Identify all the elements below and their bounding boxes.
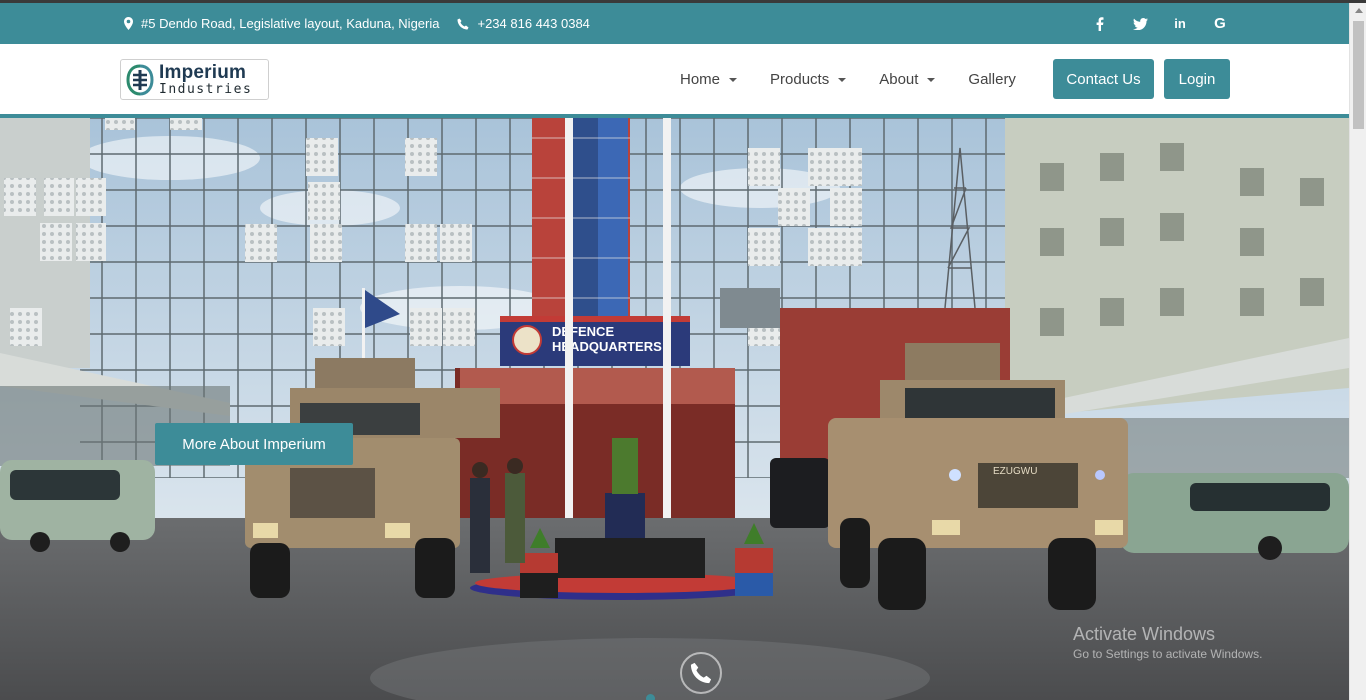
nav-products-label: Products: [770, 70, 830, 88]
google-icon[interactable]: G: [1200, 15, 1240, 32]
contact-info: #5 Dendo Road, Legislative layout, Kadun…: [124, 3, 608, 44]
brand-name-line1: Imperium: [159, 62, 247, 83]
top-info-bar: #5 Dendo Road, Legislative layout, Kadun…: [0, 3, 1349, 44]
nav-about[interactable]: About: [879, 70, 936, 88]
activate-windows-watermark: Activate Windows Go to Settings to activ…: [1073, 624, 1262, 661]
main-header: Imperium Industries Home Products About …: [0, 44, 1349, 114]
map-marker-icon: [124, 17, 133, 30]
hero-slider: DEFENCE HEADQUARTERS EZUGWU More About I…: [0, 118, 1349, 700]
vehicle-plate: EZUGWU: [993, 466, 1037, 477]
main-nav: Home Products About Gallery: [680, 44, 1049, 114]
nav-products[interactable]: Products: [770, 70, 847, 88]
page-scrollbar[interactable]: [1349, 3, 1366, 700]
nav-gallery[interactable]: Gallery: [968, 71, 1016, 88]
phone-item[interactable]: +234 816 443 0384: [457, 16, 590, 31]
facebook-icon[interactable]: [1080, 16, 1120, 31]
phone-text[interactable]: +234 816 443 0384: [477, 16, 589, 31]
floating-call-button[interactable]: [680, 652, 722, 694]
chevron-down-icon: [927, 78, 936, 82]
nav-home-label: Home: [680, 70, 721, 88]
linkedin-icon[interactable]: in: [1160, 16, 1200, 31]
phone-icon: [457, 18, 469, 29]
nav-home[interactable]: Home: [680, 70, 738, 88]
scroll-up-arrow-icon[interactable]: [1355, 8, 1363, 13]
social-links: in G: [1080, 3, 1240, 44]
watermark-subtitle: Go to Settings to activate Windows.: [1073, 647, 1263, 661]
login-button[interactable]: Login: [1164, 59, 1230, 99]
more-about-button[interactable]: More About Imperium: [155, 423, 353, 465]
twitter-icon[interactable]: [1120, 17, 1160, 30]
imperium-logo-icon: [126, 64, 154, 95]
scrollbar-thumb[interactable]: [1353, 21, 1364, 129]
brand-logo[interactable]: Imperium Industries: [120, 59, 269, 100]
phone-icon: [690, 662, 712, 684]
chevron-down-icon: [729, 78, 738, 82]
slider-dot-active[interactable]: [646, 694, 655, 700]
chevron-down-icon: [838, 78, 847, 82]
nav-about-label: About: [879, 70, 919, 88]
brand-name-line2: Industries: [159, 82, 253, 97]
building-sign-line1: DEFENCE: [552, 324, 614, 339]
hero-image: DEFENCE HEADQUARTERS EZUGWU: [0, 118, 1349, 700]
nav-gallery-label: Gallery: [968, 70, 1016, 88]
address-text: #5 Dendo Road, Legislative layout, Kadun…: [141, 16, 440, 31]
brand-name: Imperium Industries: [159, 63, 252, 96]
contact-us-button[interactable]: Contact Us: [1053, 59, 1154, 99]
address-item: #5 Dendo Road, Legislative layout, Kadun…: [124, 16, 439, 31]
watermark-title: Activate Windows: [1073, 624, 1216, 644]
